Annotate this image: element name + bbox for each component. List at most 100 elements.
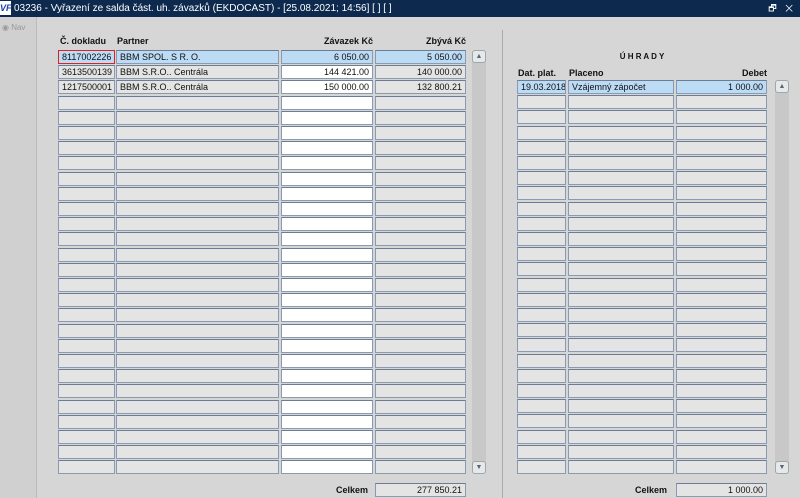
rightgrid-cell[interactable] xyxy=(517,110,566,125)
left-scrollbar[interactable]: ▲ ▼ xyxy=(472,50,486,474)
leftgrid-cell[interactable]: BBM S.R.O.. Centrála xyxy=(116,80,279,95)
nav-button[interactable]: ◉ Nav xyxy=(2,23,25,32)
leftgrid-cell[interactable]: 8117002226 xyxy=(58,50,115,64)
leftgrid-cell[interactable]: BBM S.R.O.. Centrála xyxy=(116,65,279,80)
leftgrid-cell[interactable] xyxy=(116,126,279,140)
leftgrid-cell[interactable] xyxy=(375,430,466,444)
rightgrid-cell[interactable] xyxy=(517,308,566,322)
rightgrid-cell[interactable] xyxy=(568,429,674,444)
rightgrid-cell[interactable] xyxy=(568,308,674,322)
rightgrid-cell[interactable] xyxy=(517,171,566,186)
leftgrid-cell[interactable] xyxy=(116,171,279,186)
leftgrid-cell[interactable] xyxy=(58,126,115,140)
leftgrid-cell[interactable]: 150 000.00 xyxy=(281,80,373,95)
leftgrid-cell[interactable] xyxy=(375,308,466,323)
rightgrid-cell[interactable] xyxy=(568,186,674,201)
leftgrid-cell[interactable] xyxy=(375,414,466,429)
rightgrid-cell[interactable] xyxy=(517,232,566,246)
leftgrid-cell[interactable] xyxy=(116,460,279,475)
leftgrid-cell[interactable] xyxy=(58,278,115,292)
leftgrid-cell[interactable] xyxy=(281,141,373,156)
leftgrid-cell[interactable] xyxy=(116,414,279,429)
rightgrid-cell[interactable] xyxy=(517,384,566,398)
leftgrid-cell[interactable] xyxy=(116,354,279,368)
leftgrid-cell[interactable] xyxy=(281,460,373,475)
window-controls[interactable]: 🗗 ✕ xyxy=(768,0,796,17)
rightgrid-cell[interactable] xyxy=(676,414,767,429)
rightgrid-cell[interactable]: 19.03.2018 xyxy=(517,80,566,94)
leftgrid-cell[interactable] xyxy=(116,95,279,110)
leftgrid-cell[interactable] xyxy=(375,384,466,399)
rightgrid-cell[interactable] xyxy=(676,110,767,125)
rightgrid-cell[interactable] xyxy=(568,156,674,170)
leftgrid-cell[interactable] xyxy=(281,384,373,399)
rightgrid-cell[interactable] xyxy=(676,323,767,338)
leftgrid-cell[interactable] xyxy=(116,186,279,201)
rightgrid-cell[interactable] xyxy=(676,384,767,398)
leftgrid-cell[interactable] xyxy=(116,323,279,338)
leftgrid-cell[interactable] xyxy=(116,110,279,125)
leftgrid-cell[interactable] xyxy=(58,186,115,201)
leftgrid-cell[interactable] xyxy=(58,369,115,384)
rightgrid-cell[interactable] xyxy=(676,262,767,277)
leftgrid-cell[interactable] xyxy=(116,232,279,247)
leftgrid-cell[interactable] xyxy=(281,399,373,414)
leftgrid-cell[interactable] xyxy=(58,247,115,262)
rightgrid-cell[interactable] xyxy=(568,444,674,459)
leftgrid-cell[interactable] xyxy=(58,95,115,110)
leftgrid-cell[interactable] xyxy=(375,262,466,277)
rightgrid-cell[interactable] xyxy=(568,399,674,414)
leftgrid-cell[interactable] xyxy=(116,384,279,399)
leftgrid-cell[interactable] xyxy=(58,141,115,156)
rightgrid-cell[interactable]: Vzájemný zápočet xyxy=(568,80,674,94)
leftgrid-cell[interactable]: 3613500139 xyxy=(58,65,115,80)
leftgrid-cell[interactable] xyxy=(281,171,373,186)
rightgrid-cell[interactable] xyxy=(676,292,767,307)
leftgrid-cell[interactable] xyxy=(375,460,466,475)
leftgrid-cell[interactable] xyxy=(58,293,115,308)
rightgrid-cell[interactable] xyxy=(568,232,674,246)
leftgrid-cell[interactable] xyxy=(116,369,279,384)
rightgrid-cell[interactable] xyxy=(568,110,674,125)
leftgrid-cell[interactable] xyxy=(281,293,373,308)
leftgrid-cell[interactable] xyxy=(116,247,279,262)
rightgrid-cell[interactable] xyxy=(676,308,767,322)
rightgrid-cell[interactable] xyxy=(517,368,566,383)
rightgrid-cell[interactable] xyxy=(676,216,767,231)
rightgrid-cell[interactable] xyxy=(517,277,566,292)
rightgrid-cell[interactable] xyxy=(676,186,767,201)
leftgrid-cell[interactable] xyxy=(375,369,466,384)
rightgrid-cell[interactable] xyxy=(676,171,767,186)
rightgrid-cell[interactable] xyxy=(568,216,674,231)
rightgrid-cell[interactable] xyxy=(676,444,767,459)
leftgrid-cell[interactable] xyxy=(58,414,115,429)
rightgrid-cell[interactable] xyxy=(517,247,566,262)
leftgrid-cell[interactable] xyxy=(281,232,373,247)
rightgrid-cell[interactable] xyxy=(517,140,566,155)
leftgrid-cell[interactable] xyxy=(58,308,115,323)
leftgrid-cell[interactable] xyxy=(281,126,373,140)
rightgrid-cell[interactable] xyxy=(517,292,566,307)
rightgrid-cell[interactable] xyxy=(676,277,767,292)
scroll-up-icon[interactable]: ▲ xyxy=(775,80,789,93)
rightgrid-cell[interactable] xyxy=(568,353,674,368)
leftgrid-cell[interactable] xyxy=(58,445,115,460)
rightgrid-cell[interactable] xyxy=(517,262,566,277)
rightgrid-cell[interactable] xyxy=(517,216,566,231)
leftgrid-cell[interactable] xyxy=(375,126,466,140)
leftgrid-cell[interactable] xyxy=(58,460,115,475)
leftgrid-cell[interactable] xyxy=(375,323,466,338)
leftgrid-cell[interactable] xyxy=(116,338,279,353)
rightgrid-cell[interactable] xyxy=(517,353,566,368)
leftgrid-cell[interactable] xyxy=(116,430,279,444)
leftgrid-cell[interactable] xyxy=(375,171,466,186)
scroll-down-icon[interactable]: ▼ xyxy=(775,461,789,474)
leftgrid-cell[interactable] xyxy=(116,262,279,277)
leftgrid-cell[interactable] xyxy=(116,445,279,460)
leftgrid-cell[interactable] xyxy=(375,293,466,308)
leftgrid-cell[interactable] xyxy=(116,141,279,156)
leftgrid-cell[interactable] xyxy=(116,156,279,171)
leftgrid-cell[interactable] xyxy=(116,217,279,232)
rightgrid-cell[interactable] xyxy=(676,247,767,262)
rightgrid-cell[interactable] xyxy=(568,292,674,307)
